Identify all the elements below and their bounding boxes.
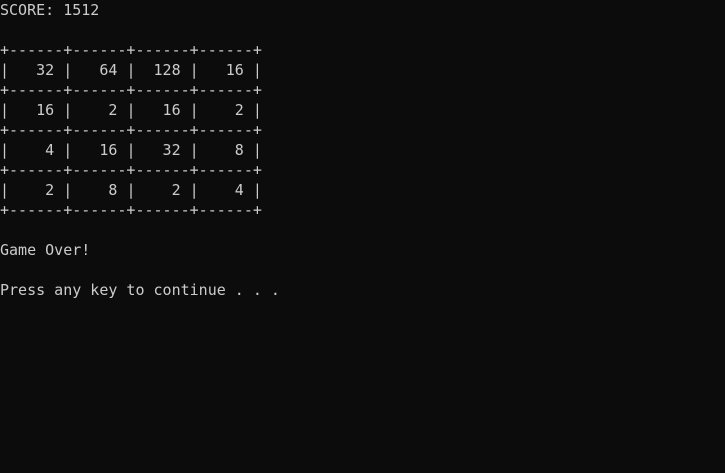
tile: 16: [9, 101, 64, 119]
tile: 32: [9, 61, 64, 79]
score-text: SCORE: 1512: [0, 1, 100, 19]
tile: 4: [198, 181, 253, 199]
tile: 4: [9, 141, 64, 159]
console-window: SCORE: 1512 +------+------+------+------…: [0, 0, 725, 473]
board-row: | 32 | 64 | 128 | 16 |: [0, 61, 262, 79]
tile: 16: [135, 101, 190, 119]
board-row: | 2 | 8 | 2 | 4 |: [0, 181, 262, 199]
tile: 128: [135, 61, 190, 79]
game-over-text: Game Over!: [0, 241, 91, 259]
continue-prompt: Press any key to continue . . .: [0, 281, 280, 299]
game-board: +------+------+------+------+ | 32 | 64 |…: [0, 40, 725, 220]
board-border: +------+------+------+------+: [0, 201, 262, 219]
board-border: +------+------+------+------+: [0, 41, 262, 59]
tile: 2: [198, 101, 253, 119]
tile: 16: [72, 141, 127, 159]
tile: 2: [135, 181, 190, 199]
board-border: +------+------+------+------+: [0, 161, 262, 179]
tile: 64: [72, 61, 127, 79]
board-row: | 4 | 16 | 32 | 8 |: [0, 141, 262, 159]
tile: 8: [198, 141, 253, 159]
board-row: | 16 | 2 | 16 | 2 |: [0, 101, 262, 119]
board-border: +------+------+------+------+: [0, 81, 262, 99]
tile: 2: [9, 181, 64, 199]
board-border: +------+------+------+------+: [0, 121, 262, 139]
tile: 8: [72, 181, 127, 199]
tile: 16: [198, 61, 253, 79]
tile: 2: [72, 101, 127, 119]
tile: 32: [135, 141, 190, 159]
